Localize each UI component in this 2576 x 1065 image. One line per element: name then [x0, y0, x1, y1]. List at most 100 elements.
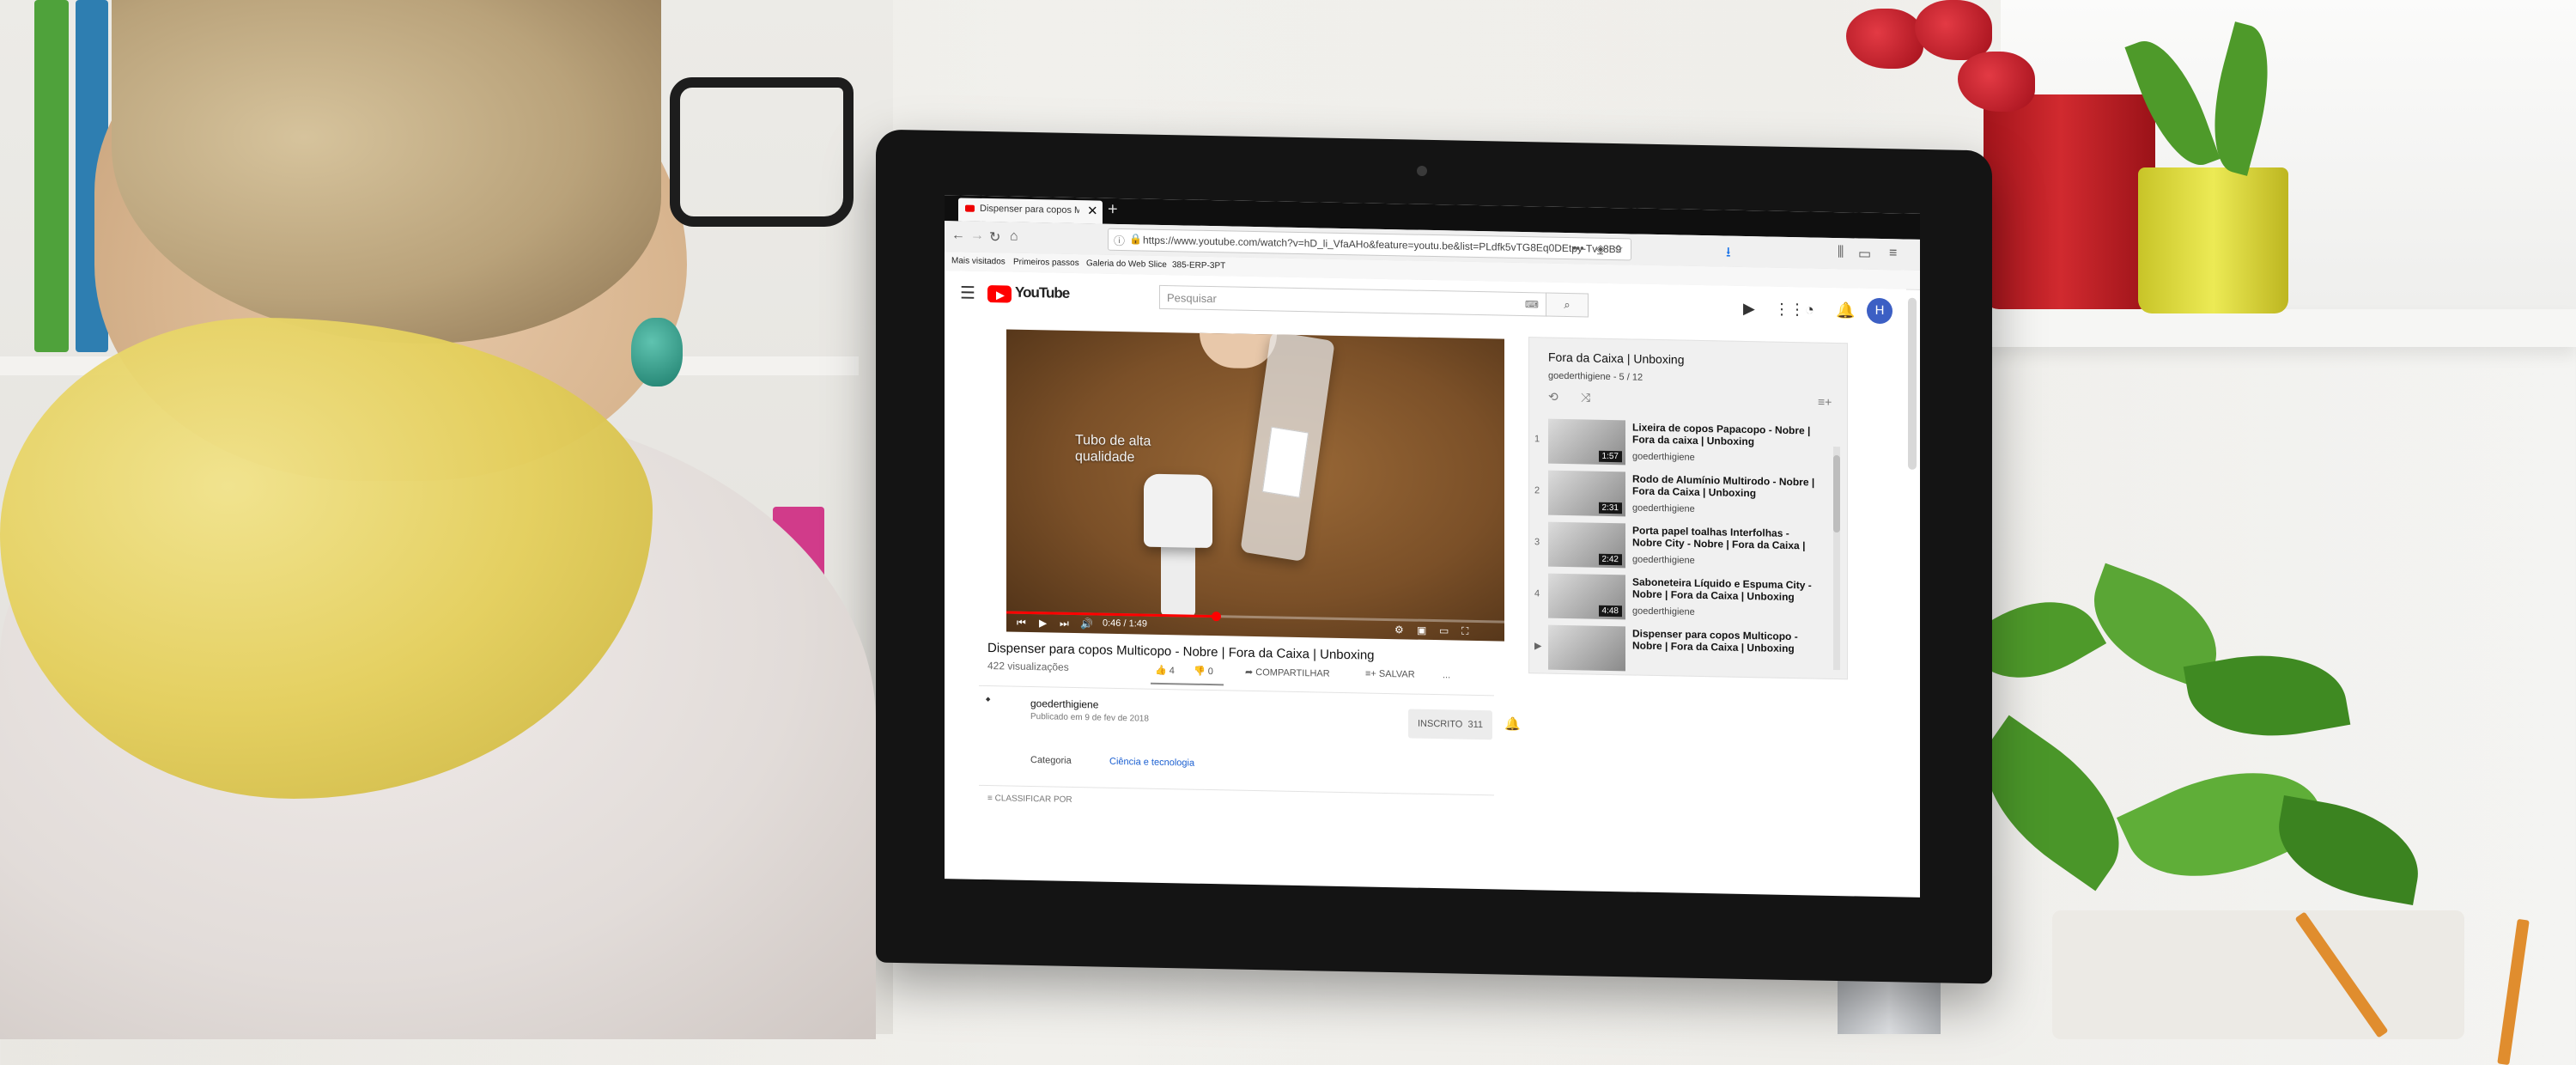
loop-icon[interactable]: ⟲ — [1548, 390, 1558, 405]
book — [34, 0, 69, 352]
page-scrollbar[interactable] — [1908, 297, 1917, 470]
messages-icon[interactable]: ◔ — [1805, 301, 1814, 319]
play-icon[interactable]: ▶ — [1039, 617, 1047, 629]
theater-mode-icon[interactable]: ▭ — [1439, 624, 1449, 636]
subscribe-button[interactable]: INSCRITO 311 — [1408, 709, 1492, 740]
like-button[interactable]: 👍 4 — [1155, 665, 1175, 676]
like-count: 4 — [1169, 666, 1175, 677]
share-icon: ➦ — [1245, 666, 1254, 678]
bookmark-item[interactable]: Mais visitados — [951, 256, 1005, 266]
fullscreen-icon[interactable]: ⛶ — [1461, 625, 1468, 638]
playlist-item-thumbnail — [1548, 624, 1625, 672]
info-icon[interactable]: ⓘ — [1114, 232, 1125, 248]
monitor-screen: Dispenser para copos Multicopo - N... ✕ … — [945, 195, 1920, 898]
playlist-item-thumbnail: 2:31 — [1548, 470, 1625, 517]
playlist-item[interactable]: 1 1:57 Lixeira de copos Papacopo - Nobre… — [1529, 415, 1830, 472]
sort-comments-button[interactable]: ≡ CLASSIFICAR POR — [987, 794, 1072, 805]
subscriber-count: 311 — [1467, 719, 1484, 731]
thumbs-down-icon: 👎 — [1194, 666, 1206, 677]
download-icon[interactable]: ⭳ — [1726, 243, 1731, 266]
more-actions-button[interactable]: ... — [1443, 670, 1450, 680]
playlist-item-thumbnail: 1:57 — [1548, 418, 1625, 466]
dislike-button[interactable]: 👎 0 — [1194, 666, 1213, 677]
add-to-playlist-icon: ≡+ — [1365, 668, 1376, 679]
subscribe-label: INSCRITO — [1417, 718, 1463, 730]
notifications-bell-icon[interactable]: 🔔 — [1836, 301, 1855, 320]
playlist-item-channel: goederthigiene — [1632, 606, 1695, 618]
page-actions-icon[interactable]: ••• — [1572, 241, 1584, 254]
thumbs-up-icon: 👍 — [1155, 665, 1167, 677]
category-link[interactable]: Ciência e tecnologia — [1109, 757, 1194, 769]
previous-icon[interactable]: ⏮ — [1017, 617, 1026, 630]
sidebar-icon[interactable]: ▭ — [1858, 246, 1871, 263]
video-overlay-caption-line: Tubo de alta — [1075, 433, 1151, 449]
search-button[interactable]: ⌕ — [1546, 292, 1589, 318]
keyboard-icon[interactable]: ⌨ — [1525, 299, 1539, 310]
next-icon[interactable]: ⏭ — [1060, 618, 1069, 630]
search-input[interactable]: Pesquisar ⌨ — [1159, 284, 1547, 317]
home-icon[interactable]: ⌂ — [1010, 229, 1018, 245]
browser-tab[interactable]: Dispenser para copos Multicopo - N... ✕ — [958, 198, 1103, 224]
playlist-item[interactable]: 2 2:31 Rodo de Alumínio Multirodo - Nobr… — [1529, 466, 1830, 524]
plant-pot — [2052, 910, 2464, 1039]
save-button[interactable]: ≡+ SALVAR — [1365, 669, 1415, 680]
volume-icon[interactable]: 🔊 — [1080, 618, 1093, 630]
create-video-icon[interactable]: ▶ — [1743, 300, 1755, 318]
playlist-scrollbar-thumb[interactable] — [1833, 454, 1840, 533]
playlist-title[interactable]: Fora da Caixa | Unboxing — [1548, 350, 1685, 367]
bookmark-item[interactable]: Primeiros passos — [1013, 258, 1079, 268]
publish-date: Publicado em 9 de fev de 2018 — [1030, 712, 1149, 724]
bookmark-item[interactable]: 385-ERP-3PT — [1172, 260, 1225, 271]
eyeglasses — [670, 77, 854, 227]
playlist-item-current[interactable]: ▶ Dispenser para copos Multicopo - Nobre… — [1529, 621, 1830, 679]
pocket-icon[interactable]: ◈ — [1596, 242, 1605, 256]
bookmark-star-icon[interactable]: ☆ — [1613, 242, 1624, 256]
red-flower — [1958, 52, 2035, 112]
notification-bell-icon[interactable]: 🔔 — [1504, 716, 1521, 732]
playlist-item-channel: goederthigiene — [1632, 502, 1695, 514]
red-flower — [1915, 0, 1992, 60]
forward-icon[interactable]: → — [970, 228, 984, 244]
save-label: SALVAR — [1378, 668, 1415, 680]
bookmark-item[interactable]: Galeria do Web Slice — [1086, 259, 1167, 270]
avatar[interactable]: H — [1867, 297, 1893, 325]
save-playlist-icon[interactable]: ≡+ — [1818, 395, 1832, 409]
video-dispenser-base — [1144, 473, 1212, 549]
playlist-item-title: Saboneteira Líquido e Espuma City - Nobr… — [1632, 575, 1812, 604]
back-icon[interactable]: ← — [951, 228, 965, 243]
playlist-item-channel: goederthigiene — [1632, 451, 1695, 463]
playlist-item[interactable]: 3 2:42 Porta papel toalhas Interfolhas -… — [1529, 518, 1830, 575]
browser-menu-icon[interactable]: ≡ — [1889, 246, 1897, 261]
share-label: COMPARTILHAR — [1255, 667, 1330, 679]
reload-icon[interactable]: ↻ — [989, 228, 1000, 246]
playlist-item-title: Dispenser para copos Multicopo - Nobre |… — [1632, 627, 1798, 655]
duration-badge: 2:31 — [1598, 502, 1622, 514]
video-overlay-caption: Tubo de alta qualidade — [1075, 432, 1151, 466]
share-button[interactable]: ➦ COMPARTILHAR — [1245, 666, 1330, 679]
miniplayer-icon[interactable]: ▣ — [1417, 624, 1426, 636]
pencil — [2497, 918, 2530, 1065]
settings-gear-icon[interactable]: ⚙ — [1394, 624, 1404, 636]
divider — [979, 784, 1494, 796]
view-count: 422 visualizações — [987, 660, 1069, 673]
duration-badge: 4:48 — [1598, 605, 1622, 618]
playlist-item-channel: goederthigiene — [1632, 554, 1695, 566]
close-tab-icon[interactable]: ✕ — [1087, 203, 1098, 218]
video-player[interactable]: Tubo de alta qualidade ⏮ ▶ ⏭ 🔊 0:46 / 1:… — [1006, 329, 1504, 642]
hamburger-menu-icon[interactable]: ☰ — [960, 282, 975, 303]
channel-name[interactable]: goederthigiene — [1030, 697, 1098, 711]
library-icon[interactable]: ⫼ — [1838, 245, 1844, 260]
channel-avatar[interactable]: ◆ — [986, 696, 1020, 717]
playlist-item-thumbnail: 4:48 — [1548, 573, 1625, 620]
playlist-subtitle: goederthigiene - 5 / 12 — [1548, 370, 1643, 383]
shuffle-icon[interactable]: ⤨ — [1581, 390, 1590, 405]
now-playing-icon: ▶ — [1534, 641, 1542, 652]
playlist-scrollbar[interactable] — [1833, 446, 1840, 671]
youtube-favicon-icon — [965, 204, 975, 212]
apps-grid-icon[interactable]: ⋮⋮ — [1774, 301, 1805, 320]
playlist-item-title: Lixeira de copos Papacopo - Nobre | Fora… — [1632, 421, 1811, 448]
duration-badge: 2:42 — [1598, 553, 1622, 566]
playlist-item[interactable]: 4 4:48 Saboneteira Líquido e Espuma City… — [1529, 569, 1830, 627]
new-tab-icon[interactable]: + — [1108, 200, 1118, 220]
sort-label: CLASSIFICAR POR — [994, 794, 1072, 805]
